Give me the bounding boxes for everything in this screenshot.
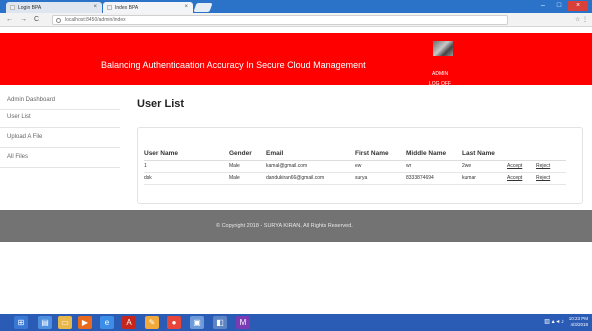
media-icon[interactable]: ▶ xyxy=(78,316,92,329)
accept-link[interactable]: Accept xyxy=(507,175,522,181)
cell-reject: Reject xyxy=(536,160,566,173)
cell-last-name: kumar xyxy=(462,172,507,185)
column-header xyxy=(507,143,536,161)
user-label: ADMIN xyxy=(432,71,449,77)
info-icon[interactable] xyxy=(56,18,61,23)
start-icon[interactable]: ⊞ xyxy=(14,316,28,329)
page-icon xyxy=(10,5,15,10)
column-header: User Name xyxy=(144,143,229,161)
close-window-button[interactable]: × xyxy=(568,1,588,11)
admin-avatar xyxy=(433,41,453,56)
cell-first-name: ew xyxy=(355,160,406,173)
cell-middle-name: 8333874694 xyxy=(406,172,462,185)
cell-last-name: 2we xyxy=(462,160,507,173)
taskbar: ⊞ ▤ ▭ ▶ e A ✎ ● ▣ ◧ M ▥ ▴ ◂ ♪ 10:23 PM 4… xyxy=(0,314,592,331)
column-header: Email xyxy=(266,143,355,161)
page-title: User List xyxy=(137,98,185,110)
column-header: First Name xyxy=(355,143,406,161)
logoff-link[interactable]: LOG OFF xyxy=(429,81,451,87)
tab-index[interactable]: Index BPA × xyxy=(103,2,193,13)
address-bar-row: ← → C localhost:8450/admin/index ☆ ⋮ xyxy=(0,13,592,27)
maximize-button[interactable]: □ xyxy=(552,1,566,11)
ie-icon[interactable]: e xyxy=(100,316,114,329)
sidebar-item-admin-dashboard[interactable]: Admin Dashboard xyxy=(0,93,120,110)
tab-login[interactable]: Login BPA × xyxy=(6,2,102,13)
reject-link[interactable]: Reject xyxy=(536,163,550,169)
back-button[interactable]: ← xyxy=(6,15,13,25)
cell-user-name: dsk xyxy=(144,172,229,185)
screen: Login BPA × Index BPA × – □ × ← → C loca… xyxy=(0,0,592,331)
cell-accept: Accept xyxy=(507,172,536,185)
site-header: Balancing Authenticaation Accuracy In Se… xyxy=(0,33,592,87)
tab-label: Index BPA xyxy=(115,5,139,11)
cell-user-name: 1 xyxy=(144,160,229,173)
minimize-button[interactable]: – xyxy=(536,1,550,11)
url-text: localhost:8450/admin/index xyxy=(65,17,126,23)
table-row: dsk Male dandukiran66@gmail.com surya 83… xyxy=(144,172,566,185)
reload-button[interactable]: C xyxy=(34,15,39,25)
cell-accept: Accept xyxy=(507,160,536,173)
column-header: Middle Name xyxy=(406,143,462,161)
cell-reject: Reject xyxy=(536,172,566,185)
new-tab-button[interactable] xyxy=(193,3,213,12)
clock-date: 4/3/2018 xyxy=(570,322,588,327)
user-list-panel: User Name Gender Email First Name Middle… xyxy=(137,127,583,204)
clock[interactable]: 10:23 PM 4/3/2018 xyxy=(569,316,588,328)
accept-link[interactable]: Accept xyxy=(507,163,522,169)
user-table: User Name Gender Email First Name Middle… xyxy=(144,143,566,185)
table-header-row: User Name Gender Email First Name Middle… xyxy=(144,143,566,161)
visual-studio-icon[interactable]: M xyxy=(236,316,250,329)
cell-email: kamal@gmail.com xyxy=(266,160,355,173)
url-input[interactable]: localhost:8450/admin/index xyxy=(52,15,508,25)
sidebar: Admin Dashboard User List Upload A File … xyxy=(0,93,120,168)
site-title: Balancing Authenticaation Accuracy In Se… xyxy=(101,60,366,70)
tab-label: Login BPA xyxy=(18,5,42,11)
paint-icon[interactable]: ✎ xyxy=(145,316,159,329)
cell-gender: Male xyxy=(229,160,266,173)
network-icon[interactable]: ◧ xyxy=(213,316,227,329)
cell-gender: Male xyxy=(229,172,266,185)
reject-link[interactable]: Reject xyxy=(536,175,550,181)
column-header: Gender xyxy=(229,143,266,161)
folder-icon[interactable]: ▭ xyxy=(58,316,72,329)
browser-tab-bar: Login BPA × Index BPA × – □ × xyxy=(0,0,592,13)
column-header: Last Name xyxy=(462,143,507,161)
close-tab-icon[interactable]: × xyxy=(93,4,97,10)
site-footer: © Copyright 2018 - SURYA KIRAN, All Righ… xyxy=(0,210,592,242)
chrome-icon[interactable]: ● xyxy=(167,316,181,329)
sidebar-item-upload-file[interactable]: Upload A File xyxy=(0,130,120,148)
table-row: 1 Male kamal@gmail.com ew wr 2we Accept … xyxy=(144,160,566,173)
sidebar-item-user-list[interactable]: User List xyxy=(0,110,120,128)
page-icon xyxy=(107,5,112,10)
cell-email: dandukiran66@gmail.com xyxy=(266,172,355,185)
explorer-icon[interactable]: ▤ xyxy=(38,316,52,329)
settings-icon[interactable]: ▣ xyxy=(190,316,204,329)
forward-button[interactable]: → xyxy=(20,15,27,25)
browser-menu-icons[interactable]: ☆ ⋮ xyxy=(575,15,588,25)
close-tab-icon[interactable]: × xyxy=(184,4,188,10)
column-header xyxy=(536,143,566,161)
system-tray-icons[interactable]: ▥ ▴ ◂ ♪ xyxy=(544,318,564,325)
cell-first-name: surya xyxy=(355,172,406,185)
copyright-text: © Copyright 2018 - SURYA KIRAN, All Righ… xyxy=(216,223,353,229)
sidebar-item-all-files[interactable]: All Files xyxy=(0,150,120,168)
cell-middle-name: wr xyxy=(406,160,462,173)
adobe-icon[interactable]: A xyxy=(122,316,136,329)
